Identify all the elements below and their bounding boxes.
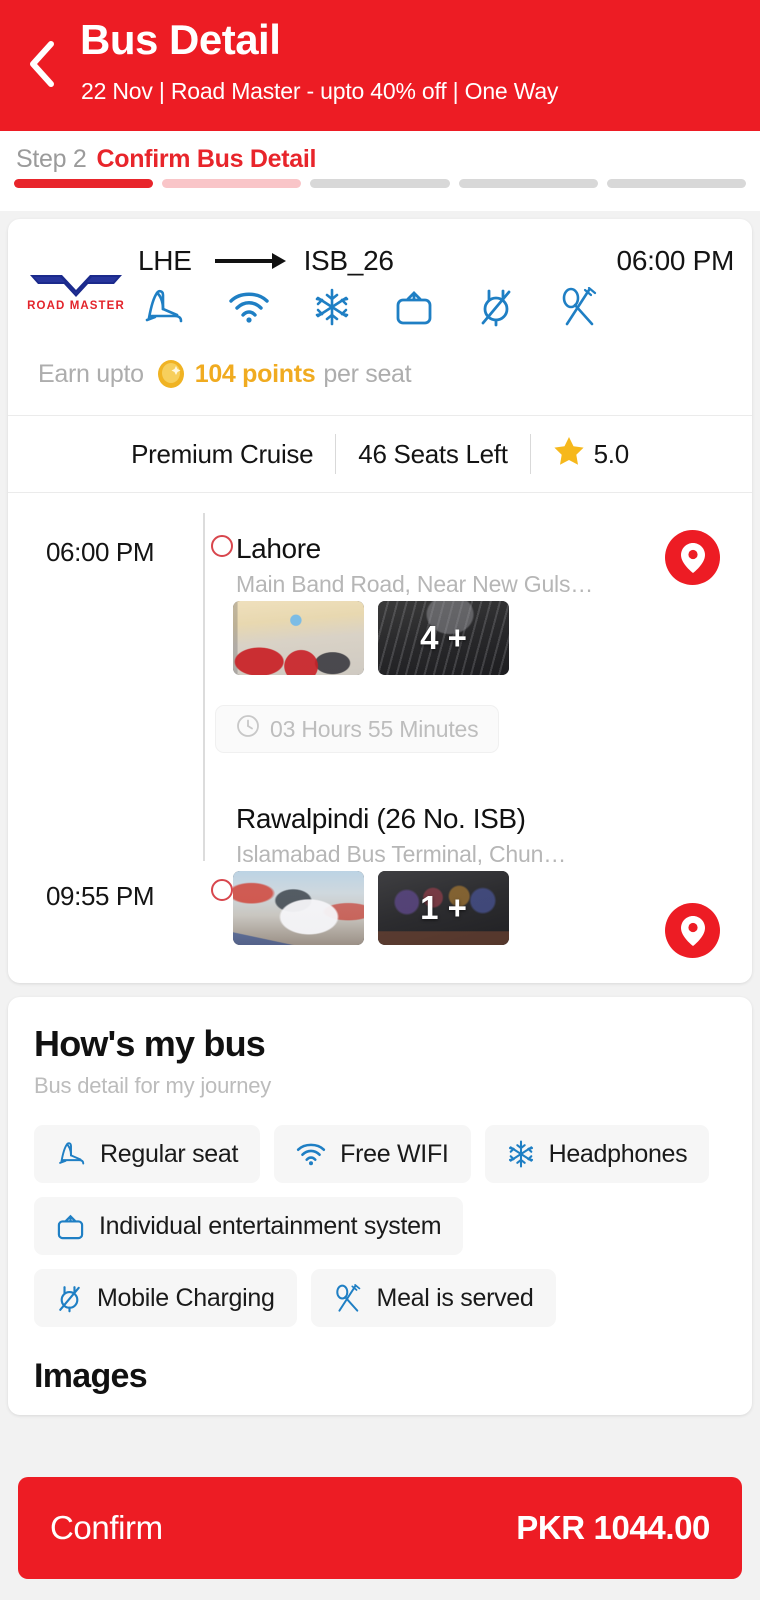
amenity-chip-meal[interactable]: Meal is served xyxy=(310,1269,556,1327)
destination-more-count: 1 + xyxy=(420,889,467,926)
earn-points-value: 104 points xyxy=(194,359,316,388)
amenity-chip-entertainment[interactable]: Individual entertainment system xyxy=(34,1197,464,1255)
wifi-icon xyxy=(228,290,270,324)
hows-my-bus-title: How's my bus xyxy=(34,1023,266,1064)
destination-thumbnail-1[interactable] xyxy=(233,871,364,945)
origin-map-pin-button[interactable] xyxy=(665,530,720,585)
origin-stop-address: Main Band Road, Near New Guls… xyxy=(236,571,594,597)
roadmaster-wing-icon xyxy=(30,275,122,297)
destination-thumbnails[interactable]: 1 + xyxy=(233,871,509,945)
tv-icon xyxy=(56,1212,85,1241)
amenity-chip-mobile-charging[interactable]: Mobile Charging xyxy=(34,1269,297,1327)
destination-dot xyxy=(211,879,233,901)
rating-value: 5.0 xyxy=(593,438,630,469)
timeline-connector xyxy=(203,513,205,861)
amenity-chip-headphones[interactable]: Headphones xyxy=(484,1125,710,1183)
step-bar-5 xyxy=(606,179,747,188)
departure-time: 06:00 PM xyxy=(616,245,735,276)
origin-time: 06:00 PM xyxy=(46,537,155,567)
amenity-chip-label: Mobile Charging xyxy=(97,1283,275,1312)
bus-detail-card[interactable]: ROAD MASTER LHE ISB_26 06:00 PM Earn upt… xyxy=(8,219,752,983)
seat-icon xyxy=(56,1140,86,1168)
destination-stop-address: Islamabad Bus Terminal, Chun… xyxy=(236,841,566,867)
operator-logo: ROAD MASTER xyxy=(26,271,126,312)
journey-duration-text: 03 Hours 55 Minutes xyxy=(270,715,479,742)
tv-icon xyxy=(394,287,434,327)
bus-meta-row: Premium Cruise 46 Seats Left 5.0 xyxy=(8,415,752,493)
amenity-chip-label: Headphones xyxy=(548,1139,688,1168)
amenity-chip-regular-seat[interactable]: Regular seat xyxy=(34,1125,261,1183)
power-plug-icon xyxy=(477,287,515,327)
seat-icon xyxy=(141,287,185,327)
earn-points-row: Earn upto 104 points per seat xyxy=(38,359,412,389)
destination-stop-name: Rawalpindi (26 No. ISB) xyxy=(236,803,526,834)
step-progress-bars xyxy=(14,179,747,188)
bus-summary: ROAD MASTER LHE ISB_26 06:00 PM Earn upt… xyxy=(8,219,752,415)
clock-icon xyxy=(236,714,260,744)
confirm-total-amount: PKR 1044.00 xyxy=(516,1508,710,1546)
snowflake-icon xyxy=(313,287,351,327)
back-button[interactable] xyxy=(20,36,64,92)
star-icon xyxy=(553,435,585,474)
amenity-chip-label: Meal is served xyxy=(376,1283,534,1312)
wifi-icon xyxy=(296,1141,326,1167)
destination-map-pin-button[interactable] xyxy=(665,903,720,958)
earn-prefix: Earn upto xyxy=(38,359,144,388)
confirm-bar: Confirm PKR 1044.00 xyxy=(0,1455,760,1600)
origin-thumbnails[interactable]: 4 + xyxy=(233,601,509,675)
confirm-button[interactable]: Confirm PKR 1044.00 xyxy=(18,1476,742,1579)
earn-suffix: per seat xyxy=(323,359,412,388)
journey-duration-chip: 03 Hours 55 Minutes xyxy=(215,705,500,753)
cutlery-icon xyxy=(558,287,600,327)
origin-more-count: 4 + xyxy=(420,619,467,656)
amenity-chip-label: Individual entertainment system xyxy=(99,1211,442,1240)
hows-my-bus-subtitle: Bus detail for my journey xyxy=(34,1073,272,1098)
route-row: LHE ISB_26 06:00 PM xyxy=(138,245,734,277)
hows-my-bus-section: How's my bus Bus detail for my journey R… xyxy=(8,997,752,1400)
snowflake-icon xyxy=(507,1139,535,1169)
origin-dot xyxy=(211,535,233,557)
step-bar-2 xyxy=(162,179,302,188)
destination-thumbnail-more[interactable]: 1 + xyxy=(378,871,509,945)
step-bar-3 xyxy=(310,179,450,188)
journey-timeline: 06:00 PM Lahore Main Band Road, Near New… xyxy=(8,493,752,983)
trip-summary-text: 22 Nov | Road Master - upto 40% off | On… xyxy=(81,78,559,104)
page-title: Bus Detail xyxy=(80,16,281,63)
hows-my-bus-card: How's my bus Bus detail for my journey R… xyxy=(8,997,752,1415)
map-pin-icon xyxy=(680,915,705,946)
step-label: Confirm Bus Detail xyxy=(96,145,317,173)
cutlery-icon xyxy=(333,1283,363,1313)
map-pin-icon xyxy=(680,542,705,573)
origin-code: LHE xyxy=(138,245,192,276)
amenity-chip-label: Free WIFI xyxy=(340,1139,449,1168)
operator-logo-text: ROAD MASTER xyxy=(27,300,125,312)
destination-time: 09:55 PM xyxy=(46,881,155,911)
bus-detail-screen: Bus Detail 22 Nov | Road Master - upto 4… xyxy=(0,0,760,1600)
power-plug-icon xyxy=(56,1284,83,1313)
booking-stepper: Step 2 Confirm Bus Detail xyxy=(0,131,760,211)
origin-thumbnail-1[interactable] xyxy=(233,601,364,675)
coin-icon xyxy=(156,359,186,389)
confirm-button-label: Confirm xyxy=(50,1508,163,1546)
step-bar-4 xyxy=(458,179,598,188)
rating-group: 5.0 xyxy=(531,435,651,474)
bus-class-label: Premium Cruise xyxy=(131,438,314,469)
origin-stop-name: Lahore xyxy=(236,533,321,564)
seats-left-label: 46 Seats Left xyxy=(358,438,508,469)
amenity-chip-free-wifi[interactable]: Free WIFI xyxy=(274,1125,471,1183)
amenity-icon-row xyxy=(141,287,600,327)
step-number: Step 2 xyxy=(16,145,87,173)
chevron-left-icon xyxy=(27,39,57,89)
destination-code: ISB_26 xyxy=(303,245,394,276)
step-bar-1 xyxy=(14,179,154,188)
images-section-title: Images xyxy=(34,1357,148,1395)
amenity-chip-list: Regular seat Free WIFI Headphones Indivi… xyxy=(34,1125,726,1327)
arrow-right-icon xyxy=(214,251,286,271)
origin-thumbnail-more[interactable]: 4 + xyxy=(378,601,509,675)
app-header: Bus Detail 22 Nov | Road Master - upto 4… xyxy=(0,0,760,131)
amenity-chip-label: Regular seat xyxy=(100,1139,239,1168)
